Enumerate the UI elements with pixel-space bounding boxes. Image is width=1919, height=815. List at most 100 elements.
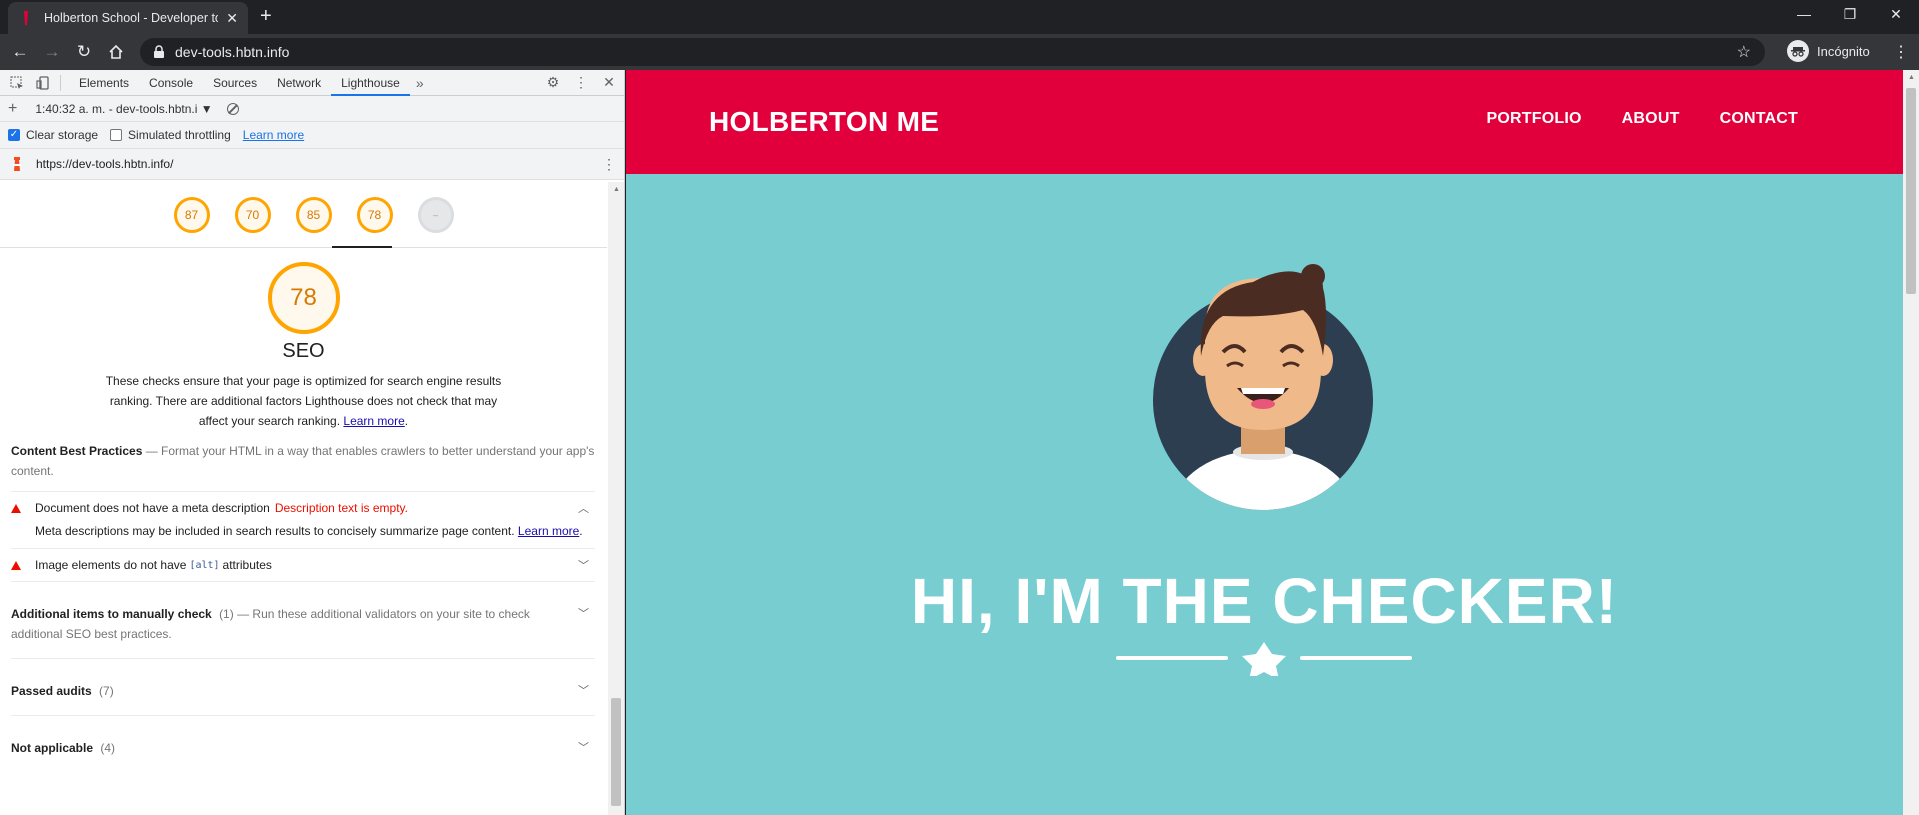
nav-about-link[interactable]: ABOUT — [1622, 110, 1680, 128]
gauge-pwa-value: – — [432, 209, 438, 220]
incognito-icon — [1787, 40, 1809, 62]
clear-storage-option[interactable]: ✓ Clear storage — [8, 128, 98, 142]
back-arrow-icon[interactable]: ← — [8, 40, 32, 64]
star-divider — [1116, 642, 1412, 676]
passed-audits-section[interactable]: Passed audits (7) ﹀ — [11, 658, 595, 715]
simulated-throttling-option[interactable]: Simulated throttling — [110, 128, 231, 142]
audit-title: Document does not have a meta descriptio… — [35, 501, 270, 515]
score-gauges: 87 70 85 78 – — [0, 182, 607, 248]
simulated-throttling-label: Simulated throttling — [128, 128, 231, 142]
content-best-practices-group: Content Best Practices — Format your HTM… — [0, 431, 607, 481]
seo-score-gauge: 78 — [267, 262, 340, 334]
home-icon[interactable] — [104, 40, 128, 64]
holberton-favicon-icon — [18, 10, 34, 26]
restore-button[interactable]: ❐ — [1827, 0, 1873, 28]
browser-tab[interactable]: Holberton School - Developer to ✕ — [8, 2, 248, 34]
avatar — [1153, 264, 1373, 510]
fail-triangle-icon — [11, 560, 21, 570]
forward-arrow-icon[interactable]: → — [40, 40, 64, 64]
gauge-best-practices[interactable]: 85 — [295, 196, 332, 233]
chevron-down-icon[interactable]: ﹀ — [578, 681, 589, 701]
incognito-label: Incógnito — [1817, 43, 1870, 59]
throttling-learn-more-link[interactable]: Learn more — [243, 128, 304, 142]
report-menu-icon[interactable]: ⋮ — [602, 156, 616, 173]
gauge-pwa[interactable]: – — [417, 196, 454, 233]
tab-console[interactable]: Console — [139, 70, 203, 96]
group-title: Content Best Practices — [11, 444, 143, 458]
audit-title-pre: Image elements do not have — [35, 558, 187, 572]
new-report-plus-icon[interactable]: + — [8, 100, 17, 118]
chevron-down-icon[interactable]: ﹀ — [578, 738, 589, 758]
report-url-bar: https://dev-tools.hbtn.info/ ⋮ — [0, 149, 624, 180]
device-toolbar-icon[interactable] — [34, 74, 52, 92]
tab-sources[interactable]: Sources — [203, 70, 267, 96]
report-selector[interactable]: 1:40:32 a. m. - dev-tools.hbtn.i ▼ — [35, 102, 212, 116]
group-dash: — — [142, 444, 162, 458]
minimize-button[interactable]: — — [1781, 0, 1827, 28]
seo-description-text: These checks ensure that your page is op… — [105, 374, 502, 428]
scrollbar-thumb[interactable] — [611, 698, 621, 806]
chevron-down-icon[interactable]: ﹀ — [578, 604, 589, 624]
gauge-performance[interactable]: 87 — [173, 196, 210, 233]
scroll-up-arrow-icon[interactable]: ▲ — [613, 186, 620, 193]
chevron-down-icon[interactable]: ﹀ — [578, 557, 589, 573]
seo-learn-more-link[interactable]: Learn more — [343, 414, 404, 428]
reload-icon[interactable]: ↻ — [72, 40, 96, 64]
clear-storage-checkbox[interactable]: ✓ — [8, 129, 20, 141]
audit-description-period: . — [579, 524, 583, 538]
manual-checks-section[interactable]: Additional items to manually check (1) —… — [11, 581, 595, 658]
not-applicable-section[interactable]: Not applicable (4) ﹀ — [11, 715, 595, 772]
audit-header[interactable]: Image elements do not have [alt] attribu… — [11, 549, 595, 581]
chevron-up-icon[interactable]: ︿ — [578, 500, 589, 516]
page-scrollbar[interactable]: ▲ — [1903, 70, 1919, 815]
lighthouse-report: 87 70 85 78 – 78 SEO These checks ensure… — [0, 182, 607, 815]
bookmark-star-icon[interactable]: ☆ — [1737, 42, 1751, 62]
inspect-element-icon[interactable] — [8, 74, 26, 92]
tab-title: Holberton School - Developer to — [44, 11, 219, 25]
incognito-profile[interactable]: Incógnito — [1787, 40, 1870, 62]
report-scrollbar[interactable]: ▲ — [608, 182, 624, 815]
address-bar[interactable]: dev-tools.hbtn.info ☆ — [140, 38, 1765, 66]
gauge-accessibility[interactable]: 70 — [234, 196, 271, 233]
browser-menu-icon[interactable]: ⋮ — [1893, 42, 1909, 62]
toolbar-divider — [60, 74, 61, 91]
settings-gear-icon[interactable]: ⚙ — [544, 74, 562, 91]
section-title: Not applicable — [11, 741, 94, 755]
devtools-menu-icon[interactable]: ⋮ — [572, 74, 590, 91]
gauge-seo[interactable]: 78 — [356, 196, 393, 233]
audit-header[interactable]: Document does not have a meta descriptio… — [11, 492, 595, 524]
clear-reports-icon[interactable] — [226, 102, 239, 115]
site-nav: PORTFOLIO ABOUT CONTACT — [1487, 110, 1798, 128]
section-header[interactable]: Additional items to manually check (1) —… — [11, 582, 595, 658]
close-devtools-icon[interactable]: ✕ — [600, 74, 618, 91]
section-header[interactable]: Not applicable (4) ﹀ — [11, 716, 595, 772]
tab-elements[interactable]: Elements — [69, 70, 139, 96]
close-tab-icon[interactable]: ✕ — [226, 10, 238, 27]
scroll-up-arrow-icon[interactable]: ▲ — [1908, 74, 1915, 81]
audit-meta-description[interactable]: Document does not have a meta descriptio… — [11, 491, 595, 548]
section-count: (1) — [219, 607, 234, 621]
scrollbar-thumb[interactable] — [1906, 88, 1916, 294]
more-tabs-chevron-icon[interactable]: » — [410, 75, 430, 91]
star-icon — [1242, 642, 1286, 676]
tab-lighthouse[interactable]: Lighthouse — [331, 70, 410, 96]
site-brand[interactable]: HOLBERTON ME — [709, 106, 939, 138]
nav-portfolio-link[interactable]: PORTFOLIO — [1487, 110, 1582, 128]
tab-network[interactable]: Network — [267, 70, 331, 96]
audit-image-alt[interactable]: Image elements do not have [alt] attribu… — [11, 548, 595, 581]
audit-learn-more-link[interactable]: Learn more — [518, 524, 579, 538]
website-viewport: HOLBERTON ME PORTFOLIO ABOUT CONTACT HI,… — [626, 70, 1903, 815]
nav-contact-link[interactable]: CONTACT — [1720, 110, 1798, 128]
devtools-tabbar: Elements Console Sources Network Lightho… — [0, 70, 624, 96]
site-header: HOLBERTON ME PORTFOLIO ABOUT CONTACT — [626, 70, 1903, 174]
devtools-actions: ⚙ ⋮ ✕ — [544, 74, 618, 91]
browser-toolbar: ← → ↻ dev-tools.hbtn.info ☆ Incógnito ⋮ — [0, 34, 1919, 70]
new-tab-button[interactable]: + — [260, 5, 272, 28]
section-count: (4) — [100, 741, 116, 755]
lighthouse-options: ✓ Clear storage Simulated throttling Lea… — [0, 122, 624, 149]
close-window-button[interactable]: ✕ — [1873, 0, 1919, 28]
tab-strip: Holberton School - Developer to ✕ + — ❐ … — [0, 0, 1919, 34]
simulated-throttling-checkbox[interactable] — [110, 129, 123, 141]
seo-title: SEO — [282, 340, 325, 362]
section-header[interactable]: Passed audits (7) ﹀ — [11, 659, 595, 715]
